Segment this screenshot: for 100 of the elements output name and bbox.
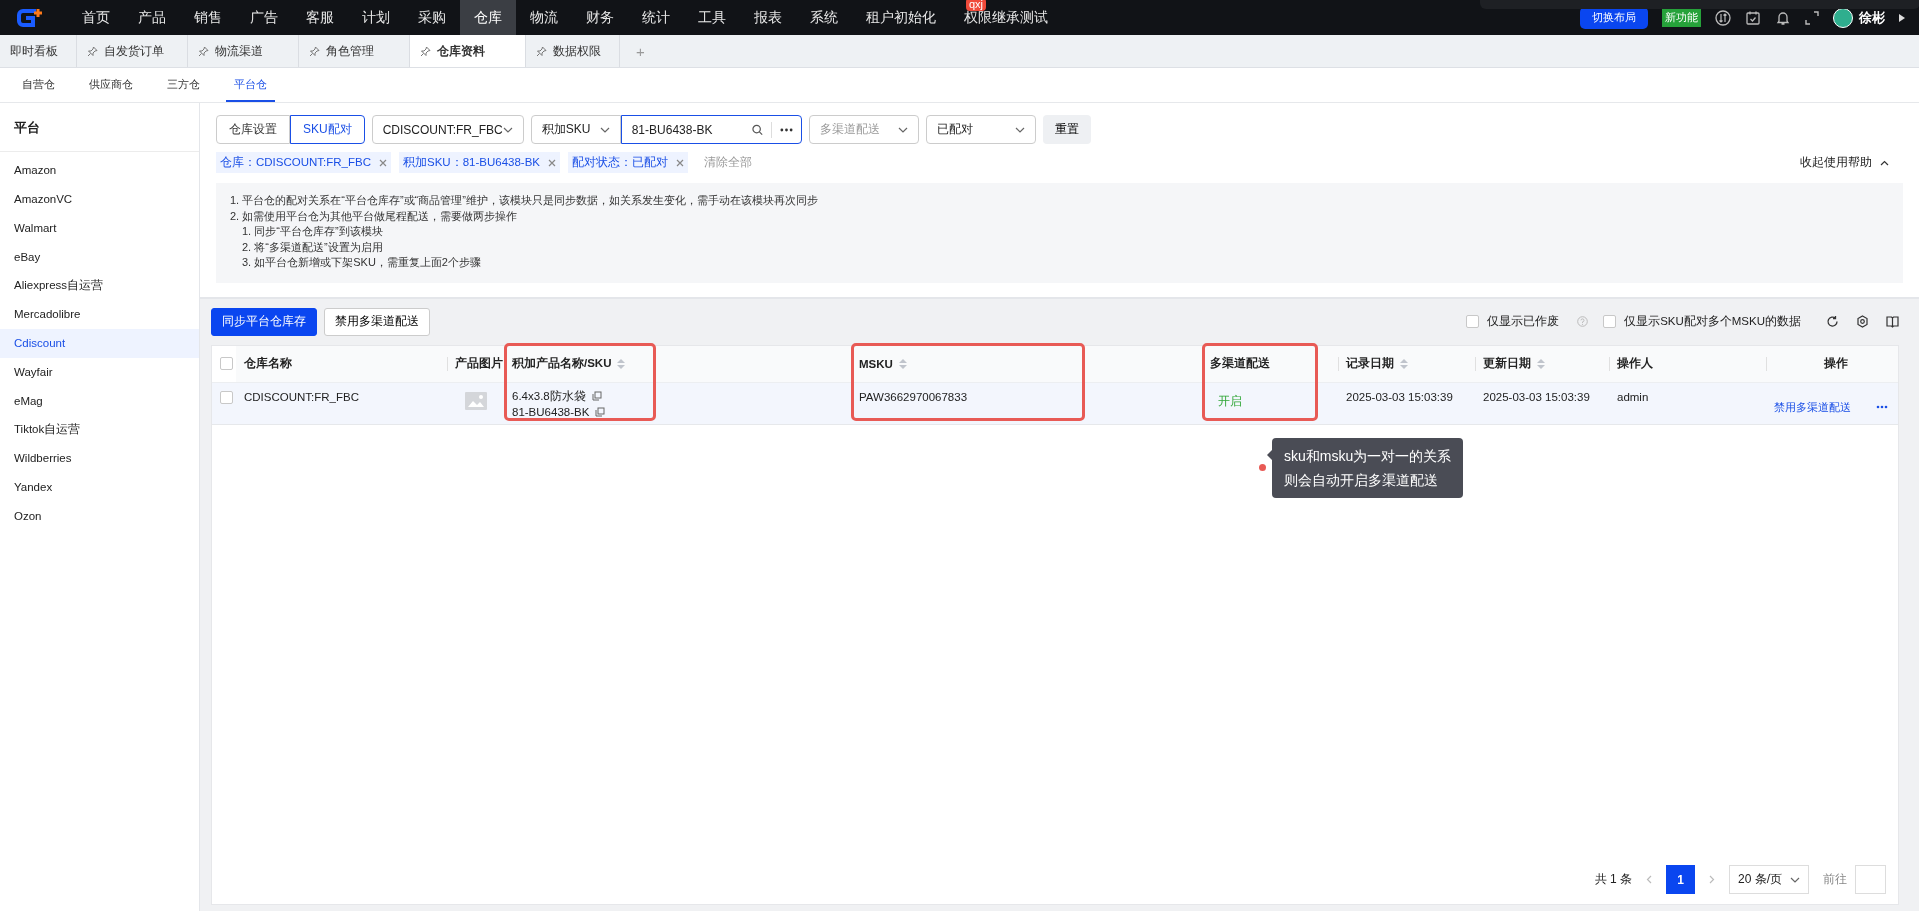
column-header[interactable]: 记录日期 xyxy=(1346,356,1408,371)
help-text: 3. 如平台仓新增或下架SKU，需重复上面2个步骤 xyxy=(241,255,482,270)
platform-item[interactable]: Walmart xyxy=(0,213,199,243)
status-select[interactable]: 已配对 xyxy=(925,115,1036,144)
settings-icon[interactable] xyxy=(1856,315,1869,328)
pin-icon[interactable] xyxy=(420,45,431,57)
nav-menu-item[interactable]: 产品 xyxy=(124,0,180,35)
help-text: 2. 如需使用平台仓为其他平台做尾程配送，需要做两步操作 xyxy=(230,208,519,224)
more-icon[interactable] xyxy=(1876,405,1888,409)
view-toggle-button[interactable]: SKU配对 xyxy=(290,115,365,144)
platform-item[interactable]: Aliexpress自运营 xyxy=(0,271,199,300)
sort-circle-icon[interactable] xyxy=(1715,9,1731,26)
tooltip-text: sku和msku为一对一的关系 xyxy=(1284,446,1452,466)
filter-chip[interactable]: 仓库：CDISCOUNT:FR_FBC xyxy=(216,152,391,173)
filter-checkbox[interactable]: 仅显示已作废 xyxy=(1466,314,1589,329)
page-tab[interactable]: 仓库资料 xyxy=(410,35,526,67)
chevron-down-icon[interactable] xyxy=(1014,126,1025,133)
page-number-button[interactable]: 1 xyxy=(1666,865,1695,894)
nav-menu-item[interactable]: 仓库 xyxy=(460,0,516,35)
platform-item[interactable]: Cdiscount xyxy=(0,328,199,358)
page-tab[interactable]: 数据权限 xyxy=(526,35,620,67)
nav-menu-item[interactable]: 采购 xyxy=(404,0,460,35)
view-toggle-button[interactable]: 仓库设置 xyxy=(216,115,290,144)
page-tab[interactable]: 即时看板 xyxy=(0,35,77,67)
more-icon[interactable] xyxy=(779,127,793,132)
user-avatar[interactable] xyxy=(1833,7,1853,28)
page-size-select[interactable]: 20 条/页 xyxy=(1729,865,1809,894)
platform-item[interactable]: Wildberries xyxy=(0,443,199,473)
search-icon[interactable] xyxy=(751,123,763,136)
nav-menu-item[interactable]: 权限继承测试 qxj xyxy=(950,0,1062,35)
pin-icon[interactable] xyxy=(536,45,547,57)
close-icon[interactable] xyxy=(548,158,556,167)
search-type-select[interactable]: 积加SKU xyxy=(530,115,621,144)
nav-menu-item[interactable]: 报表 xyxy=(740,0,796,35)
page-tab[interactable]: 自发货订单 xyxy=(77,35,188,67)
pin-icon[interactable] xyxy=(87,45,98,57)
toolbar-button[interactable]: 同步平台仓库存 xyxy=(211,307,317,336)
copy-icon[interactable] xyxy=(595,406,606,417)
table-cell: PAW3662970067833 xyxy=(859,390,968,403)
column-header[interactable]: 更新日期 xyxy=(1483,356,1545,371)
platform-item[interactable]: eBay xyxy=(0,242,199,272)
filter-chip[interactable]: 配对状态：已配对 xyxy=(568,152,688,173)
notification-bell-icon[interactable] xyxy=(1775,9,1791,26)
close-icon[interactable] xyxy=(676,158,684,167)
calendar-check-icon[interactable] xyxy=(1745,9,1761,26)
select-all-checkbox[interactable] xyxy=(220,357,233,370)
collapse-help-link[interactable]: 收起使用帮助 xyxy=(1800,155,1903,170)
toolbar-button[interactable]: 禁用多渠道配送 xyxy=(324,307,430,336)
pin-icon[interactable] xyxy=(309,45,320,57)
nav-menu-item[interactable]: 广告 xyxy=(236,0,292,35)
pin-icon[interactable] xyxy=(198,45,209,57)
disable-channel-link[interactable]: 禁用多渠道配送 xyxy=(1774,399,1851,415)
fullscreen-icon[interactable] xyxy=(1805,10,1819,25)
checkbox[interactable] xyxy=(1603,315,1617,328)
product-sku: 81-BU6438-BK xyxy=(512,405,590,418)
nav-menu-item[interactable]: 租户初始化 xyxy=(852,0,950,35)
checkbox[interactable] xyxy=(1466,315,1480,328)
warehouse-type-tab[interactable]: 供应商仓 xyxy=(81,68,141,102)
copy-icon[interactable] xyxy=(591,391,602,401)
page-tab[interactable]: 物流渠道 xyxy=(188,35,299,67)
platform-item[interactable]: Mercadolibre xyxy=(0,300,199,329)
refresh-icon[interactable] xyxy=(1826,315,1839,328)
filter-chip[interactable]: 积加SKU：81-BU6438-BK xyxy=(399,152,560,173)
chevron-down-icon[interactable] xyxy=(1790,876,1800,883)
search-field[interactable]: 81-BU6438-BK xyxy=(620,115,802,144)
nav-menu-item[interactable]: 统计 xyxy=(628,0,684,35)
chevron-down-icon[interactable] xyxy=(897,126,908,133)
warehouse-type-tab[interactable]: 自营仓 xyxy=(14,68,63,102)
platform-item[interactable]: eMag xyxy=(0,386,199,416)
nav-menu-item[interactable]: 首页 xyxy=(68,0,124,35)
platform-item[interactable]: Tiktok自运营 xyxy=(0,415,199,444)
reset-button[interactable]: 重置 xyxy=(1042,115,1091,144)
product-name: 6.4x3.8防水袋 xyxy=(512,388,586,404)
platform-item[interactable]: Wayfair xyxy=(0,357,199,387)
platform-item[interactable]: Yandex xyxy=(0,472,199,502)
platform-item[interactable]: Ozon xyxy=(0,501,199,531)
nav-menu-item[interactable]: 客服 xyxy=(292,0,348,35)
close-icon[interactable] xyxy=(379,158,387,167)
nav-menu-item[interactable]: 系统 xyxy=(796,0,852,35)
caret-icon[interactable] xyxy=(1899,13,1905,22)
user-name[interactable]: 徐彬 xyxy=(1859,8,1885,27)
column-header[interactable]: 积加产品名称/SKU xyxy=(512,356,626,371)
nav-menu-item[interactable]: 计划 xyxy=(348,0,404,35)
chevron-up-icon[interactable] xyxy=(1880,159,1889,166)
nav-menu-item[interactable]: 工具 xyxy=(684,0,740,35)
row-checkbox[interactable] xyxy=(220,390,233,404)
warehouse-select[interactable]: CDISCOUNT:FR_FBC xyxy=(371,115,524,144)
nav-menu-item[interactable]: 销售 xyxy=(180,0,236,35)
column-header[interactable]: MSKU xyxy=(859,357,907,370)
chevron-down-icon[interactable] xyxy=(502,126,513,133)
goto-page-field[interactable] xyxy=(1855,865,1886,894)
help-text: 1. 平台仓的配对关系在“平台仓库存”或“商品管理”维护，该模块只是同步数据，如关系发生变化，需手动在该模块再次同步 xyxy=(230,193,819,208)
nav-menu-item[interactable]: 物流 xyxy=(516,0,572,35)
book-icon[interactable] xyxy=(1886,315,1899,328)
platform-item[interactable]: AmazonVC xyxy=(0,184,199,214)
warehouse-type-tab[interactable]: 三方仓 xyxy=(159,68,208,102)
platform-item[interactable]: Amazon xyxy=(0,156,199,185)
tab-label: 数据权限 xyxy=(553,42,601,60)
chevron-down-icon[interactable] xyxy=(599,126,610,133)
nav-menu-item[interactable]: 财务 xyxy=(572,0,628,35)
